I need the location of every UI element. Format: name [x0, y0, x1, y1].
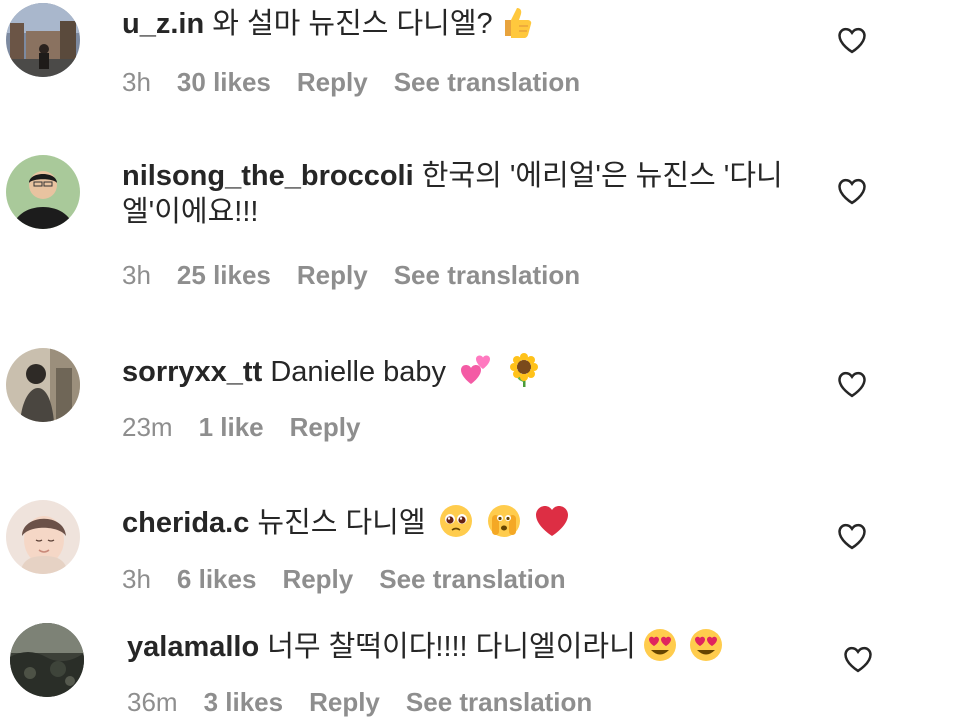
red-heart-emoji [534, 503, 570, 539]
see-translation-button[interactable]: See translation [394, 260, 580, 290]
comment-text: 너무 찰떡이다!!!! 다니엘이라니 [267, 631, 636, 663]
comment-meta: 3h 30 likes Reply See translation [122, 67, 606, 97]
reply-button[interactable]: Reply [290, 412, 361, 442]
likes-count[interactable]: 30 likes [177, 67, 271, 97]
comment-meta: 36m 3 likes Reply See translation [127, 687, 618, 717]
comment-username[interactable]: u_z.in [122, 8, 204, 40]
heart-outline-icon[interactable] [837, 522, 867, 550]
face-holding-back-tears-emoji [486, 503, 522, 539]
see-translation-button[interactable]: See translation [394, 67, 580, 97]
avatar[interactable] [10, 623, 84, 697]
avatar[interactable] [6, 3, 80, 77]
comment-username[interactable]: yalamallo [127, 631, 259, 663]
thumbs-up-emoji [499, 4, 535, 40]
heart-eyes-emoji [688, 627, 724, 663]
comment-text: 와 설마 뉴진스 다니엘? [212, 8, 493, 40]
reply-button[interactable]: Reply [297, 260, 368, 290]
comment-time: 3h [122, 67, 151, 97]
avatar[interactable] [6, 348, 80, 422]
comment-time: 23m [122, 412, 173, 442]
likes-count[interactable]: 6 likes [177, 564, 257, 594]
reply-button[interactable]: Reply [309, 687, 380, 717]
sunflower-emoji [506, 352, 542, 388]
reply-button[interactable]: Reply [297, 67, 368, 97]
heart-eyes-emoji [642, 627, 678, 663]
comment-meta: 3h 6 likes Reply See translation [122, 564, 592, 594]
pleading-face-emoji [438, 503, 474, 539]
comment-text: 뉴진스 다니엘 [257, 507, 426, 539]
heart-outline-icon[interactable] [837, 370, 867, 398]
reply-button[interactable]: Reply [282, 564, 353, 594]
comment-meta: 23m 1 like Reply [122, 412, 386, 442]
comment-username[interactable]: nilsong_the_broccoli [122, 160, 414, 192]
heart-outline-icon[interactable] [837, 26, 867, 54]
two-hearts-emoji [458, 352, 494, 388]
comment-meta: 3h 25 likes Reply See translation [122, 260, 606, 290]
comment-list: u_z.in 와 설마 뉴진스 다니엘? 3h 30 likes Reply See … [0, 0, 960, 721]
likes-count[interactable]: 3 likes [204, 687, 284, 717]
likes-count[interactable]: 25 likes [177, 260, 271, 290]
comment-time: 3h [122, 260, 151, 290]
heart-outline-icon[interactable] [837, 177, 867, 205]
see-translation-button[interactable]: See translation [379, 564, 565, 594]
comment-text: Danielle baby [270, 356, 447, 388]
comment-username[interactable]: cherida.c [122, 507, 249, 539]
heart-outline-icon[interactable] [843, 645, 873, 673]
comment-username[interactable]: sorryxx_tt [122, 356, 262, 388]
comment-time: 3h [122, 564, 151, 594]
see-translation-button[interactable]: See translation [406, 687, 592, 717]
likes-count[interactable]: 1 like [199, 412, 264, 442]
avatar[interactable] [6, 155, 80, 229]
comment-time: 36m [127, 687, 178, 717]
avatar[interactable] [6, 500, 80, 574]
